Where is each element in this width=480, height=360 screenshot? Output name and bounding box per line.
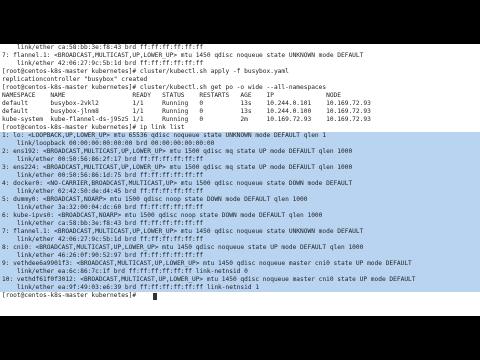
terminal-line-selected: 10: vethdf61f0f3012: <BROADCAST,MULTICAS… <box>0 276 480 284</box>
terminal-line: default busybox-2vkl2 1/1 Running 0 13s … <box>2 100 371 107</box>
terminal-line-selected: link/ether ea:9f:49:03:e6:39 brd ff:ff:f… <box>0 284 480 292</box>
terminal-line-selected: link/ether 00:50:56:86:2f:17 brd ff:ff:f… <box>0 156 480 164</box>
terminal-line-selected: 1: lo: <LOOPBACK,UP,LOWER_UP> mtu 65536 … <box>0 132 480 140</box>
terminal-line-selected: link/ether 00:50:56:86:1d:75 brd ff:ff:f… <box>0 172 480 180</box>
terminal-line-selected: 2: ens192: <BROADCAST,MULTICAST,UP,LOWER… <box>0 148 480 156</box>
terminal-line-selected: 6: kube-ipvs0: <BROADCAST,NOARP> mtu 150… <box>0 212 480 220</box>
terminal-line-selected: 7: flannel.1: <BROADCAST,MULTICAST,UP,LO… <box>0 228 480 236</box>
terminal-line: kube-system kube-flannel-ds-j95z5 1/1 Ru… <box>2 116 371 123</box>
terminal-line-selected: 9: vethdee6a9901f3: <BROADCAST,MULTICAST… <box>0 260 480 268</box>
terminal-line: link/ether 42:06:27:9c:5b:1d brd ff:ff:f… <box>2 60 204 67</box>
text-cursor <box>153 292 157 300</box>
terminal-line-selected: 5: dummy0: <BROADCAST,NOARP> mtu 1500 qd… <box>0 196 480 204</box>
video-frame: link/ether ca:58:bb:3e:f8:43 brd ff:ff:f… <box>0 0 480 360</box>
terminal-line-selected: link/ether 02:42:50:de:d4:45 brd ff:ff:f… <box>0 188 480 196</box>
terminal-line-selected: 8: cni0: <BROADCAST,MULTICAST,UP,LOWER_U… <box>0 244 480 252</box>
terminal-line-selected: link/ether ea:6c:86:7c:1f brd ff:ff:ff:f… <box>0 268 480 276</box>
terminal-line-selected: 3: ens224: <BROADCAST,MULTICAST,UP,LOWER… <box>0 164 480 172</box>
terminal-line: NAMESPACE NAME READY STATUS RESTARTS AGE… <box>2 92 341 99</box>
terminal-line-selected: link/ether 42:06:27:9c:5b:1d brd ff:ff:f… <box>0 236 480 244</box>
terminal-line-selected: link/loopback 00:00:00:00:00:00 brd 00:0… <box>0 140 480 148</box>
terminal-line: default busybox-jlnm8 1/1 Running 0 13s … <box>2 108 371 115</box>
terminal-line: replicationcontroller "busybox" created <box>2 76 148 83</box>
terminal-line: [root@centos-k8s-master kubernetes]# clu… <box>2 68 289 75</box>
terminal-line: [root@centos-k8s-master kubernetes]# clu… <box>2 84 327 91</box>
terminal-line-selected: 4: docker0: <NO-CARRIER,BROADCAST,MULTIC… <box>0 180 480 188</box>
terminal-line: link/ether ca:58:bb:3e:f8:43 brd ff:ff:f… <box>2 44 204 51</box>
terminal-window[interactable]: link/ether ca:58:bb:3e:f8:43 brd ff:ff:f… <box>0 44 480 316</box>
terminal-line: 7: flannel.1: <BROADCAST,MULTICAST,UP,LO… <box>2 52 364 59</box>
terminal-line-selected: link/ether ca:58:bb:3e:f8:43 brd ff:ff:f… <box>0 220 480 228</box>
terminal-line: [root@centos-k8s-master kubernetes]# ip … <box>2 124 185 131</box>
terminal-prompt-line[interactable]: [root@centos-k8s-master kubernetes]# <box>0 292 480 300</box>
terminal-line-selected: link/ether 46:26:0f:90:52:97 brd ff:ff:f… <box>0 252 480 260</box>
terminal-line-selected: link/ether 3a:32:00:04:dc:60 brd ff:ff:f… <box>0 204 480 212</box>
